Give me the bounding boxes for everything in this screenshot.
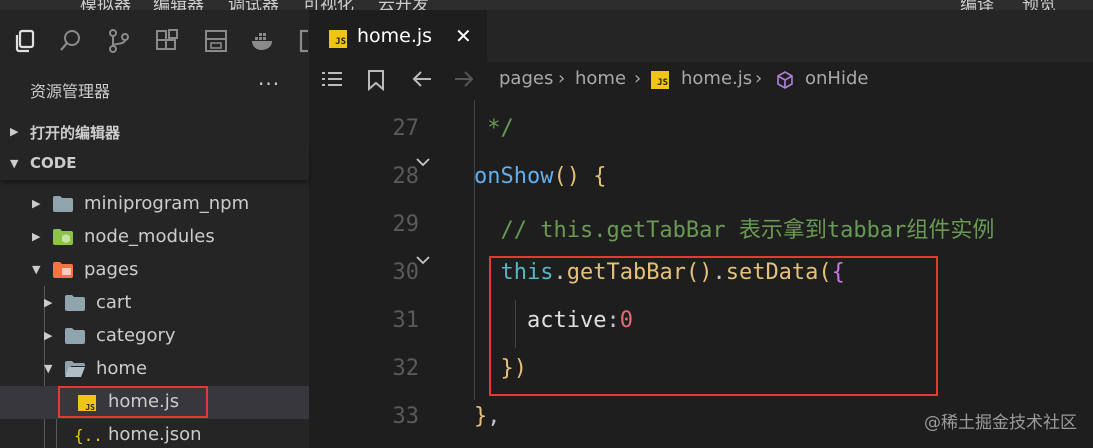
more-actions-icon[interactable]: ··· <box>258 72 280 96</box>
panel-icon[interactable] <box>298 28 308 54</box>
explorer-title: 资源管理器 <box>30 82 111 101</box>
tree-item-label: home.json <box>108 424 202 445</box>
search-icon[interactable] <box>58 28 84 54</box>
highlight-box-file <box>58 386 208 418</box>
breadcrumb-item[interactable]: pages <box>499 68 553 89</box>
back-arrow-icon[interactable] <box>411 69 433 94</box>
tab-bar: JS home.js ✕ <box>309 10 1093 62</box>
tree-item-category[interactable]: ▶ category <box>0 320 309 353</box>
tree-item-label: miniprogram_npm <box>84 193 250 214</box>
tree-item-label: cart <box>96 292 132 313</box>
folder-open-icon <box>64 360 86 378</box>
menu-preview[interactable]: 预览 <box>1022 0 1056 10</box>
pages-folder-icon <box>52 261 74 279</box>
activity-bar <box>0 10 309 62</box>
watermark: @稀土掘金技术社区 <box>924 413 1077 433</box>
line-number: 28 <box>392 164 420 189</box>
list-icon[interactable] <box>321 69 343 94</box>
chevron-right-icon: ▶ <box>10 125 19 138</box>
breadcrumb-bar: pages › home › JS home.js › onHide <box>309 62 1093 98</box>
tree-item-node-modules[interactable]: ▶ node_modules <box>0 221 309 254</box>
folder-icon <box>64 327 86 345</box>
chevron-down-icon: ▼ <box>10 157 19 170</box>
chevron-right-icon: ▶ <box>44 329 53 342</box>
source-control-icon[interactable] <box>106 28 132 54</box>
method-cube-icon <box>775 70 795 90</box>
tree-item-pages[interactable]: ▼ pages <box>0 254 309 287</box>
folder-icon <box>64 294 86 312</box>
close-icon[interactable]: ✕ <box>455 24 472 48</box>
fold-chevron-icon[interactable] <box>415 254 431 270</box>
breadcrumb-separator: › <box>755 68 763 89</box>
breadcrumb-separator: › <box>558 68 566 89</box>
menu-cloud[interactable]: 云开发 <box>378 0 429 10</box>
line-number: 32 <box>392 356 420 381</box>
menu-compile[interactable]: 编译 <box>960 0 994 10</box>
line-number: 30 <box>392 260 420 285</box>
menu-visual[interactable]: 可视化 <box>303 0 354 10</box>
node-folder-icon <box>52 228 74 246</box>
tab-label: home.js <box>357 25 433 47</box>
js-file-icon: JS <box>329 30 347 48</box>
code-line-29[interactable]: // this.getTabBar 表示拿到tabbar组件实例 <box>474 212 994 244</box>
tree-item-miniprogram-npm[interactable]: ▶ miniprogram_npm <box>0 188 309 221</box>
menu-debugger[interactable]: 调试器 <box>228 0 279 10</box>
svg-text:{..}: {..} <box>74 426 100 445</box>
folder-icon <box>52 195 74 213</box>
line-number: 27 <box>392 116 420 141</box>
tree-item-label: category <box>96 325 176 346</box>
tree-item-label: home <box>96 358 148 379</box>
indent-guide <box>474 100 475 400</box>
js-file-icon: JS <box>651 71 669 89</box>
section-code[interactable]: ▼ CODE <box>0 148 309 180</box>
explorer-header: 资源管理器 ··· <box>0 64 309 112</box>
tree-item-cart[interactable]: ▶ cart <box>0 287 309 320</box>
breadcrumb-item[interactable]: home.js <box>681 68 752 89</box>
chevron-right-icon: ▶ <box>32 197 41 210</box>
tree-item-label: node_modules <box>84 226 215 247</box>
extensions-icon[interactable] <box>154 28 180 54</box>
code-line-27[interactable]: */ <box>474 116 514 141</box>
tree-item-home[interactable]: ▼ home <box>0 353 309 386</box>
breadcrumb-separator: › <box>634 68 642 89</box>
highlight-box-code <box>489 256 938 396</box>
docker-icon[interactable] <box>250 28 276 54</box>
chevron-right-icon: ▶ <box>44 296 53 309</box>
tree-item-home-json[interactable]: {..} home.json <box>0 419 309 448</box>
section-open-editors[interactable]: ▶ 打开的编辑器 <box>0 116 309 148</box>
line-number: 33 <box>392 404 420 429</box>
menubar: 模拟器 编辑器 调试器 可视化 云开发 编译 预览 <box>0 0 1093 10</box>
menu-simulator[interactable]: 模拟器 <box>80 0 131 10</box>
line-number: 29 <box>392 212 420 237</box>
chevron-down-icon: ▼ <box>32 263 41 276</box>
fold-chevron-icon[interactable] <box>415 156 431 172</box>
code-line-28[interactable]: onShow() { <box>474 164 606 189</box>
tab-home-js[interactable]: JS home.js ✕ <box>309 10 487 62</box>
line-number: 31 <box>392 308 420 333</box>
section-label: CODE <box>30 154 77 172</box>
chevron-down-icon: ▼ <box>44 362 53 375</box>
bookmark-icon[interactable] <box>367 69 385 96</box>
layout-icon[interactable] <box>203 28 229 54</box>
breadcrumb-item[interactable]: onHide <box>805 68 868 89</box>
breadcrumb-item[interactable]: home <box>575 68 626 89</box>
files-icon[interactable] <box>12 28 38 54</box>
chevron-right-icon: ▶ <box>32 230 41 243</box>
menu-editor[interactable]: 编辑器 <box>153 0 204 10</box>
code-line-33[interactable]: }, <box>474 404 501 429</box>
section-label: 打开的编辑器 <box>30 124 121 142</box>
forward-arrow-icon[interactable] <box>453 69 475 94</box>
tree-item-label: pages <box>84 259 139 280</box>
json-file-icon: {..} <box>74 425 113 445</box>
